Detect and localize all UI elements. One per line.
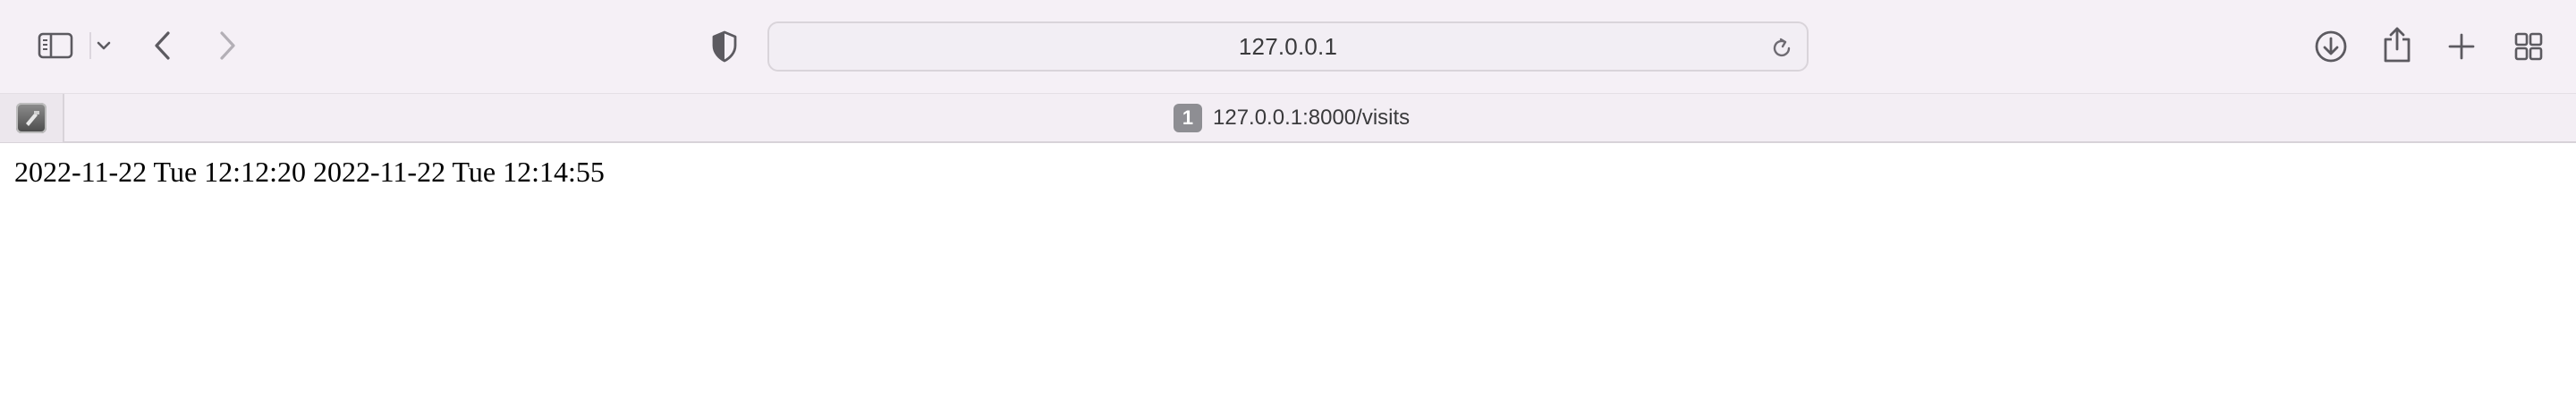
shield-icon bbox=[712, 30, 737, 63]
tab-title: 127.0.0.1:8000/visits bbox=[1213, 106, 1411, 130]
address-bar[interactable]: 127.0.0.1 bbox=[767, 21, 1809, 72]
forward-button[interactable] bbox=[211, 27, 243, 64]
share-button[interactable] bbox=[2377, 23, 2417, 66]
back-button[interactable] bbox=[147, 27, 179, 64]
grid-icon bbox=[2514, 32, 2543, 61]
sidebar-toggle-button[interactable] bbox=[36, 29, 75, 63]
visits-text: 2022-11-22 Tue 12:12:20 2022-11-22 Tue 1… bbox=[14, 156, 605, 188]
tab-bar: 1 127.0.0.1:8000/visits bbox=[0, 93, 2576, 143]
tab-overview-button[interactable] bbox=[2510, 27, 2547, 66]
chevron-down-icon bbox=[97, 41, 111, 50]
reload-icon bbox=[1773, 38, 1791, 57]
sidebar-icon bbox=[38, 32, 73, 59]
privacy-report-button[interactable] bbox=[707, 29, 742, 64]
address-text[interactable]: 127.0.0.1 bbox=[769, 23, 1807, 70]
tab-number-badge: 1 bbox=[1174, 104, 1202, 132]
pinned-tab[interactable] bbox=[0, 94, 64, 142]
chevron-right-icon bbox=[220, 31, 235, 60]
downloads-button[interactable] bbox=[2311, 27, 2351, 66]
pinned-tab-favicon bbox=[16, 103, 47, 133]
new-tab-button[interactable] bbox=[2444, 27, 2479, 66]
reload-button[interactable] bbox=[1769, 36, 1794, 61]
sidebar-menu-button[interactable] bbox=[89, 32, 116, 59]
plus-icon bbox=[2448, 33, 2475, 60]
share-icon bbox=[2384, 27, 2411, 63]
browser-toolbar: 127.0.0.1 bbox=[0, 0, 2576, 93]
download-icon bbox=[2315, 30, 2347, 63]
chevron-left-icon bbox=[155, 31, 170, 60]
active-tab[interactable]: 1 127.0.0.1:8000/visits bbox=[1174, 94, 1410, 142]
page-content: 2022-11-22 Tue 12:12:20 2022-11-22 Tue 1… bbox=[0, 143, 2576, 406]
